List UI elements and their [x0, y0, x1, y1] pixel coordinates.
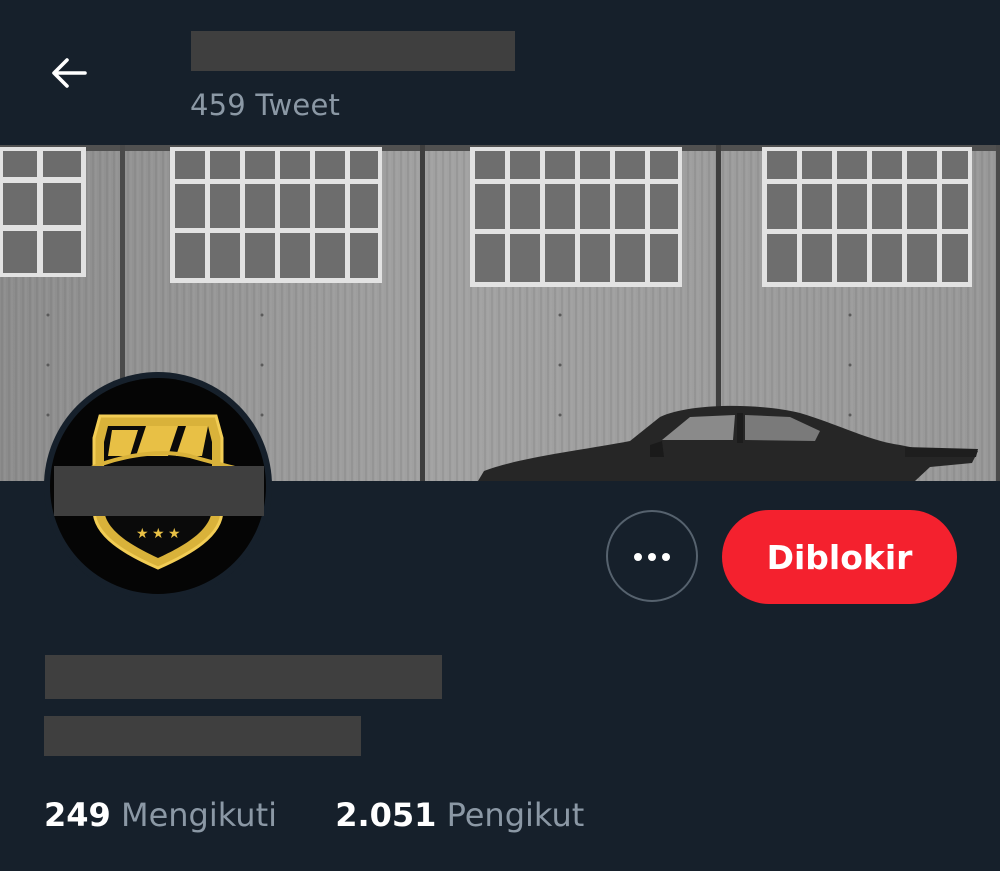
svg-text:★: ★: [152, 526, 165, 542]
arrow-left-icon: [49, 55, 89, 95]
following-label: Mengikuti: [120, 796, 278, 834]
blocked-button[interactable]: Diblokir: [722, 510, 957, 604]
more-horizontal-icon: [632, 547, 672, 566]
tweet-count: 459 Tweet: [190, 88, 341, 122]
followers-label: Pengikut: [446, 796, 585, 834]
followers-count: 2.051: [335, 796, 437, 834]
following-link[interactable]: 249 Mengikuti: [44, 796, 277, 834]
svg-text:★: ★: [136, 526, 149, 542]
avatar-name-redacted: [54, 466, 264, 516]
more-options-button[interactable]: [606, 510, 698, 602]
following-count: 249: [44, 796, 111, 834]
follow-stats: 249 Mengikuti 2.051 Pengikut: [44, 796, 632, 834]
username-redacted: [44, 716, 361, 756]
back-button[interactable]: [40, 50, 98, 100]
profile-name-redacted: [191, 31, 515, 71]
svg-text:★: ★: [168, 526, 181, 542]
display-name-redacted: [45, 655, 442, 699]
followers-link[interactable]: 2.051 Pengikut: [335, 796, 584, 834]
